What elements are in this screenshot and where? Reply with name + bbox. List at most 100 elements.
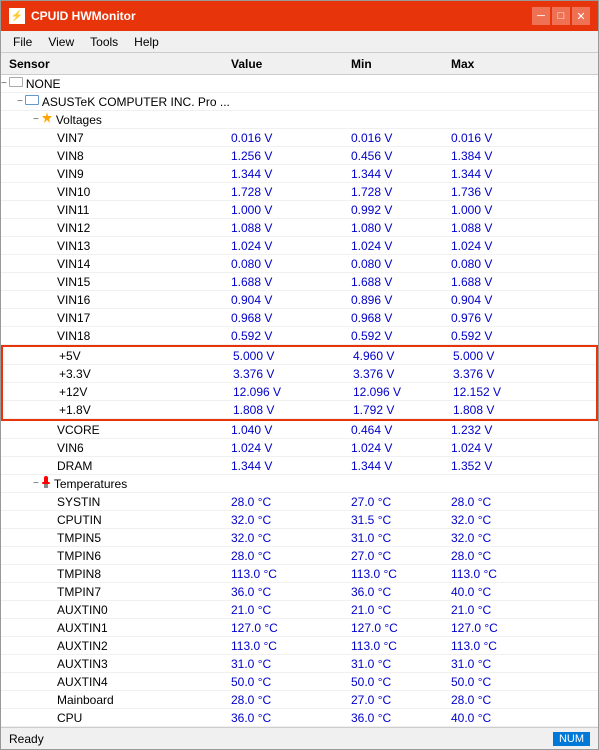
- sensor-label: SYSTIN: [57, 495, 100, 509]
- sensor-cell: VCORE: [1, 423, 231, 437]
- table-row[interactable]: TMPIN628.0 °C27.0 °C28.0 °C: [1, 547, 598, 565]
- menu-item-help[interactable]: Help: [126, 33, 167, 51]
- max-cell: 3.376 V: [453, 367, 553, 381]
- sensor-cell: VIN7: [1, 131, 231, 145]
- table-row[interactable]: VIN61.024 V1.024 V1.024 V: [1, 439, 598, 457]
- sensor-label: VIN8: [57, 149, 84, 163]
- min-cell: 1.024 V: [351, 239, 451, 253]
- sensor-cell: VIN11: [1, 203, 231, 217]
- sensor-cell: VIN13: [1, 239, 231, 253]
- sensor-cell: SYSTIN: [1, 495, 231, 509]
- table-row[interactable]: VIN140.080 V0.080 V0.080 V: [1, 255, 598, 273]
- sensor-label: VIN16: [57, 293, 90, 307]
- value-cell: 0.968 V: [231, 311, 351, 325]
- min-cell: 1.688 V: [351, 275, 451, 289]
- sensor-cell: CPUTIN: [1, 513, 231, 527]
- value-cell: 0.592 V: [231, 329, 351, 343]
- table-row[interactable]: CPUTIN32.0 °C31.5 °C32.0 °C: [1, 511, 598, 529]
- expand-icon[interactable]: −: [33, 478, 39, 489]
- value-cell: 5.000 V: [233, 349, 353, 363]
- menu-item-view[interactable]: View: [40, 33, 82, 51]
- table-row[interactable]: VIN91.344 V1.344 V1.344 V: [1, 165, 598, 183]
- value-cell: 28.0 °C: [231, 549, 351, 563]
- sensor-cell: VIN15: [1, 275, 231, 289]
- sensor-label: TMPIN5: [57, 531, 101, 545]
- sensor-label: AUXTIN3: [57, 657, 108, 671]
- table-row[interactable]: VIN121.088 V1.080 V1.088 V: [1, 219, 598, 237]
- expand-icon[interactable]: −: [1, 78, 7, 89]
- table-row[interactable]: VIN160.904 V0.896 V0.904 V: [1, 291, 598, 309]
- expand-icon[interactable]: −: [33, 114, 39, 125]
- max-cell: 1.808 V: [453, 403, 553, 417]
- value-cell: 21.0 °C: [231, 603, 351, 617]
- value-cell: 1.000 V: [231, 203, 351, 217]
- expand-icon[interactable]: −: [17, 96, 23, 107]
- table-row[interactable]: VIN111.000 V0.992 V1.000 V: [1, 201, 598, 219]
- window-title: CPUID HWMonitor: [31, 9, 532, 23]
- max-cell: 0.904 V: [451, 293, 551, 307]
- table-row[interactable]: DRAM1.344 V1.344 V1.352 V: [1, 457, 598, 475]
- table-row[interactable]: AUXTIN2113.0 °C113.0 °C113.0 °C: [1, 637, 598, 655]
- min-cell: 27.0 °C: [351, 495, 451, 509]
- table-row[interactable]: TMPIN8113.0 °C113.0 °C113.0 °C: [1, 565, 598, 583]
- minimize-button[interactable]: ─: [532, 7, 550, 25]
- sensor-label: NONE: [26, 77, 61, 91]
- value-cell: 127.0 °C: [231, 621, 351, 635]
- table-row[interactable]: −Temperatures: [1, 475, 598, 493]
- table-row[interactable]: − NONE: [1, 75, 598, 93]
- min-cell: 1.344 V: [351, 459, 451, 473]
- max-cell: 1.024 V: [451, 441, 551, 455]
- table-row[interactable]: TMPIN532.0 °C31.0 °C32.0 °C: [1, 529, 598, 547]
- table-row[interactable]: AUXTIN021.0 °C21.0 °C21.0 °C: [1, 601, 598, 619]
- max-cell: 113.0 °C: [451, 639, 551, 653]
- table-row[interactable]: +3.3V3.376 V3.376 V3.376 V: [3, 365, 596, 383]
- table-row[interactable]: VIN101.728 V1.728 V1.736 V: [1, 183, 598, 201]
- table-row[interactable]: +5V5.000 V4.960 V5.000 V: [3, 347, 596, 365]
- value-cell: 0.016 V: [231, 131, 351, 145]
- table-row[interactable]: −ASUSTeK COMPUTER INC. Pro ...: [1, 93, 598, 111]
- max-cell: 1.000 V: [451, 203, 551, 217]
- table-row[interactable]: −Voltages: [1, 111, 598, 129]
- sensor-cell: −Temperatures: [1, 476, 231, 491]
- sensor-label: VIN6: [57, 441, 84, 455]
- sensor-cell: VIN9: [1, 167, 231, 181]
- value-cell: 50.0 °C: [231, 675, 351, 689]
- sensor-label: VIN14: [57, 257, 90, 271]
- sensor-label: AUXTIN1: [57, 621, 108, 635]
- table-row[interactable]: VIN180.592 V0.592 V0.592 V: [1, 327, 598, 345]
- close-button[interactable]: ✕: [572, 7, 590, 25]
- content-area[interactable]: −NONE−ASUSTeK COMPUTER INC. Pro ...−Volt…: [1, 75, 598, 727]
- value-cell: 1.344 V: [231, 167, 351, 181]
- sensor-label: +5V: [59, 349, 81, 363]
- value-cell: 36.0 °C: [231, 711, 351, 725]
- table-row[interactable]: Mainboard28.0 °C27.0 °C28.0 °C: [1, 691, 598, 709]
- value-cell: 28.0 °C: [231, 495, 351, 509]
- tree-node-icon: [41, 476, 51, 491]
- menu-item-tools[interactable]: Tools: [82, 33, 126, 51]
- table-row[interactable]: +12V12.096 V12.096 V12.152 V: [3, 383, 596, 401]
- table-row[interactable]: VIN151.688 V1.688 V1.688 V: [1, 273, 598, 291]
- min-cell: 0.016 V: [351, 131, 451, 145]
- table-row[interactable]: VIN170.968 V0.968 V0.976 V: [1, 309, 598, 327]
- sensor-cell: VIN17: [1, 311, 231, 325]
- sensor-label: TMPIN6: [57, 549, 101, 563]
- table-row[interactable]: AUXTIN1127.0 °C127.0 °C127.0 °C: [1, 619, 598, 637]
- table-row[interactable]: VIN81.256 V0.456 V1.384 V: [1, 147, 598, 165]
- menu-item-file[interactable]: File: [5, 33, 40, 51]
- table-row[interactable]: VIN70.016 V0.016 V0.016 V: [1, 129, 598, 147]
- table-row[interactable]: VCORE1.040 V0.464 V1.232 V: [1, 421, 598, 439]
- maximize-button[interactable]: □: [552, 7, 570, 25]
- sensor-cell: CPU: [1, 711, 231, 725]
- table-row[interactable]: CPU36.0 °C36.0 °C40.0 °C: [1, 709, 598, 727]
- max-cell: 21.0 °C: [451, 603, 551, 617]
- table-row[interactable]: AUXTIN450.0 °C50.0 °C50.0 °C: [1, 673, 598, 691]
- value-cell: 0.904 V: [231, 293, 351, 307]
- sensor-label: TMPIN7: [57, 585, 101, 599]
- table-row[interactable]: VIN131.024 V1.024 V1.024 V: [1, 237, 598, 255]
- table-row[interactable]: TMPIN736.0 °C36.0 °C40.0 °C: [1, 583, 598, 601]
- table-row[interactable]: AUXTIN331.0 °C31.0 °C31.0 °C: [1, 655, 598, 673]
- sensor-cell: VIN12: [1, 221, 231, 235]
- table-row[interactable]: SYSTIN28.0 °C27.0 °C28.0 °C: [1, 493, 598, 511]
- num-indicator: NUM: [553, 732, 590, 746]
- table-row[interactable]: +1.8V1.808 V1.792 V1.808 V: [3, 401, 596, 419]
